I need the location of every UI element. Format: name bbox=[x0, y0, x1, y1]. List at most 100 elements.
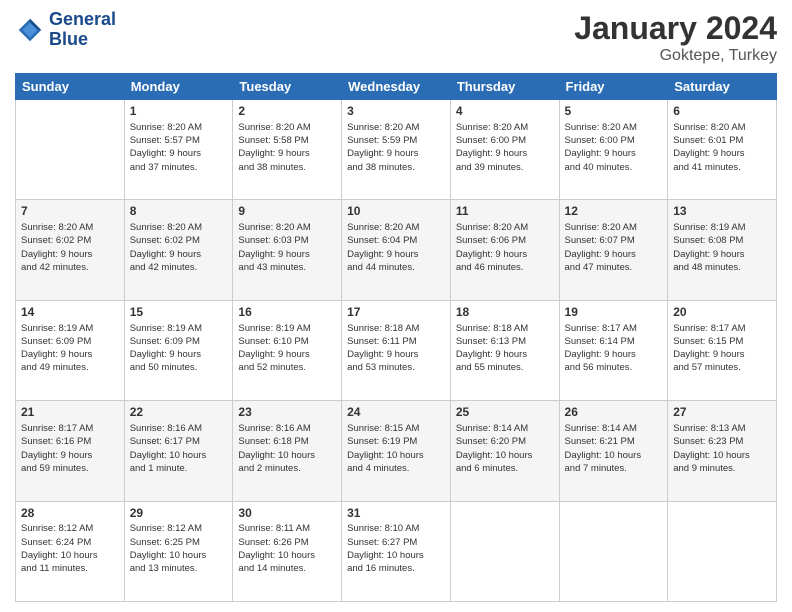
cell-line: Daylight: 9 hours bbox=[130, 148, 201, 159]
cell-line: and 37 minutes. bbox=[130, 162, 198, 173]
cell-line: Daylight: 9 hours bbox=[21, 450, 92, 461]
day-number: 25 bbox=[456, 404, 554, 421]
cell-line: and 59 minutes. bbox=[21, 463, 89, 474]
cell-line: Daylight: 9 hours bbox=[456, 148, 527, 159]
table-row: 8Sunrise: 8:20 AMSunset: 6:02 PMDaylight… bbox=[124, 200, 233, 300]
day-number: 9 bbox=[238, 203, 336, 220]
cell-line: and 42 minutes. bbox=[21, 262, 89, 273]
cell-content: 6Sunrise: 8:20 AMSunset: 6:01 PMDaylight… bbox=[673, 103, 771, 174]
table-row: 5Sunrise: 8:20 AMSunset: 6:00 PMDaylight… bbox=[559, 100, 668, 200]
cell-line: Daylight: 9 hours bbox=[673, 148, 744, 159]
day-number: 5 bbox=[565, 103, 663, 120]
cell-line: Sunset: 6:02 PM bbox=[130, 235, 200, 246]
cell-line: Daylight: 10 hours bbox=[238, 550, 315, 561]
day-number: 19 bbox=[565, 304, 663, 321]
table-row: 15Sunrise: 8:19 AMSunset: 6:09 PMDayligh… bbox=[124, 300, 233, 400]
cell-line: Daylight: 10 hours bbox=[347, 450, 424, 461]
table-row: 11Sunrise: 8:20 AMSunset: 6:06 PMDayligh… bbox=[450, 200, 559, 300]
cell-line: and 41 minutes. bbox=[673, 162, 741, 173]
cell-line: Daylight: 9 hours bbox=[456, 249, 527, 260]
cell-line: Sunrise: 8:17 AM bbox=[21, 423, 93, 434]
cell-line: Daylight: 10 hours bbox=[130, 550, 207, 561]
table-row bbox=[16, 100, 125, 200]
cell-line: Sunrise: 8:20 AM bbox=[238, 122, 310, 133]
cell-line: and 55 minutes. bbox=[456, 362, 524, 373]
cell-line: Sunrise: 8:12 AM bbox=[21, 523, 93, 534]
table-row: 7Sunrise: 8:20 AMSunset: 6:02 PMDaylight… bbox=[16, 200, 125, 300]
table-row: 31Sunrise: 8:10 AMSunset: 6:27 PMDayligh… bbox=[342, 501, 451, 601]
logo-line2: Blue bbox=[49, 30, 116, 50]
cell-line: Sunrise: 8:10 AM bbox=[347, 523, 419, 534]
day-number: 20 bbox=[673, 304, 771, 321]
cell-content: 2Sunrise: 8:20 AMSunset: 5:58 PMDaylight… bbox=[238, 103, 336, 174]
cell-line: Daylight: 9 hours bbox=[565, 249, 636, 260]
day-number: 11 bbox=[456, 203, 554, 220]
table-row: 27Sunrise: 8:13 AMSunset: 6:23 PMDayligh… bbox=[668, 401, 777, 501]
calendar-page: General Blue January 2024 Goktepe, Turke… bbox=[0, 0, 792, 612]
cell-content: 14Sunrise: 8:19 AMSunset: 6:09 PMDayligh… bbox=[21, 304, 119, 375]
cell-content: 25Sunrise: 8:14 AMSunset: 6:20 PMDayligh… bbox=[456, 404, 554, 475]
table-row: 25Sunrise: 8:14 AMSunset: 6:20 PMDayligh… bbox=[450, 401, 559, 501]
cell-line: Sunrise: 8:19 AM bbox=[673, 222, 745, 233]
cell-line: and 43 minutes. bbox=[238, 262, 306, 273]
table-row: 1Sunrise: 8:20 AMSunset: 5:57 PMDaylight… bbox=[124, 100, 233, 200]
table-row: 20 Sunrise: 8:17 AM Sunset: 6:15 PM Dayligh… bbox=[668, 300, 777, 400]
cell-content: 11Sunrise: 8:20 AMSunset: 6:06 PMDayligh… bbox=[456, 203, 554, 274]
cell-line: Daylight: 9 hours bbox=[21, 249, 92, 260]
cell-line: Sunset: 6:18 PM bbox=[238, 436, 308, 447]
cell-line: Sunset: 6:21 PM bbox=[565, 436, 635, 447]
cell-content: 30Sunrise: 8:11 AMSunset: 6:26 PMDayligh… bbox=[238, 505, 336, 576]
cell-content: 29Sunrise: 8:12 AMSunset: 6:25 PMDayligh… bbox=[130, 505, 228, 576]
cell-line: and 38 minutes. bbox=[238, 162, 306, 173]
table-row: 14Sunrise: 8:19 AMSunset: 6:09 PMDayligh… bbox=[16, 300, 125, 400]
header-row: Sunday Monday Tuesday Wednesday Thursday… bbox=[16, 74, 777, 100]
cell-line: and 38 minutes. bbox=[347, 162, 415, 173]
day-number: 6 bbox=[673, 103, 771, 120]
cell-line: Daylight: 9 hours bbox=[673, 349, 744, 360]
col-thursday: Thursday bbox=[450, 74, 559, 100]
table-row: 24Sunrise: 8:15 AMSunset: 6:19 PMDayligh… bbox=[342, 401, 451, 501]
cell-line: Sunset: 6:20 PM bbox=[456, 436, 526, 447]
cell-line: and 2 minutes. bbox=[238, 463, 300, 474]
logo: General Blue bbox=[15, 10, 116, 50]
cell-line: Sunset: 6:09 PM bbox=[21, 336, 91, 347]
cell-line: and 7 minutes. bbox=[565, 463, 627, 474]
cell-line: and 11 minutes. bbox=[21, 563, 88, 574]
header: General Blue January 2024 Goktepe, Turke… bbox=[15, 10, 777, 65]
cell-line: and 9 minutes. bbox=[673, 463, 735, 474]
cell-content: 12Sunrise: 8:20 AMSunset: 6:07 PMDayligh… bbox=[565, 203, 663, 274]
cell-content: 8Sunrise: 8:20 AMSunset: 6:02 PMDaylight… bbox=[130, 203, 228, 274]
cell-content: 21Sunrise: 8:17 AMSunset: 6:16 PMDayligh… bbox=[21, 404, 119, 475]
table-row: 28Sunrise: 8:12 AMSunset: 6:24 PMDayligh… bbox=[16, 501, 125, 601]
cell-line: Sunrise: 8:16 AM bbox=[130, 423, 202, 434]
cell-line: and 42 minutes. bbox=[130, 262, 198, 273]
cell-line: Sunset: 6:15 PM bbox=[673, 336, 743, 347]
cell-line: Sunset: 6:11 PM bbox=[347, 336, 417, 347]
cell-line: Daylight: 9 hours bbox=[565, 349, 636, 360]
cell-line: Sunset: 6:19 PM bbox=[347, 436, 417, 447]
cell-line: Sunrise: 8:20 AM bbox=[565, 122, 637, 133]
cell-line: Sunrise: 8:12 AM bbox=[130, 523, 202, 534]
cell-line: and 48 minutes. bbox=[673, 262, 741, 273]
cell-line: Sunrise: 8:20 AM bbox=[130, 122, 202, 133]
cell-content: 26Sunrise: 8:14 AMSunset: 6:21 PMDayligh… bbox=[565, 404, 663, 475]
cell-content: 31Sunrise: 8:10 AMSunset: 6:27 PMDayligh… bbox=[347, 505, 445, 576]
table-row: 23Sunrise: 8:16 AMSunset: 6:18 PMDayligh… bbox=[233, 401, 342, 501]
cell-line: Sunrise: 8:19 AM bbox=[130, 323, 202, 334]
cell-line: Sunrise: 8:14 AM bbox=[565, 423, 637, 434]
cell-line: Sunset: 5:57 PM bbox=[130, 135, 200, 146]
cell-line: Daylight: 9 hours bbox=[456, 349, 527, 360]
cell-line: Sunrise: 8:17 AM bbox=[673, 323, 745, 334]
table-row: 29Sunrise: 8:12 AMSunset: 6:25 PMDayligh… bbox=[124, 501, 233, 601]
cell-content: 7Sunrise: 8:20 AMSunset: 6:02 PMDaylight… bbox=[21, 203, 119, 274]
cell-content: 20 Sunrise: 8:17 AM Sunset: 6:15 PM Dayligh… bbox=[673, 304, 771, 375]
logo-text: General Blue bbox=[49, 10, 116, 50]
cell-line: Sunrise: 8:18 AM bbox=[347, 323, 419, 334]
cell-line: and 52 minutes. bbox=[238, 362, 306, 373]
table-row: 9Sunrise: 8:20 AMSunset: 6:03 PMDaylight… bbox=[233, 200, 342, 300]
cell-content: 15Sunrise: 8:19 AMSunset: 6:09 PMDayligh… bbox=[130, 304, 228, 375]
cell-line: Sunset: 6:07 PM bbox=[565, 235, 635, 246]
cell-line: and 13 minutes. bbox=[130, 563, 198, 574]
cell-line: Sunrise: 8:20 AM bbox=[673, 122, 745, 133]
cell-line: Sunrise: 8:20 AM bbox=[347, 222, 419, 233]
